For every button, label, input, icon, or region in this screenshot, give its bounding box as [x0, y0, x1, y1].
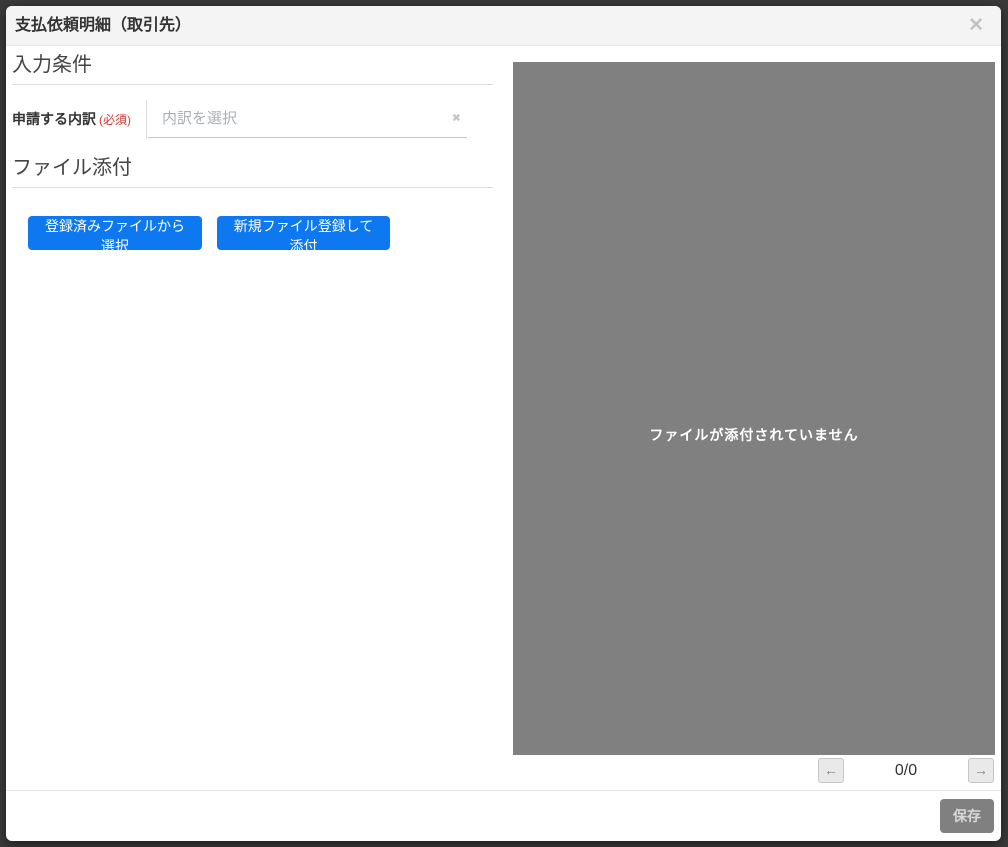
required-badge: (必須)	[99, 113, 131, 127]
preview-empty-message: ファイルが添付されていません	[649, 425, 858, 445]
modal-title: 支払依頼明細（取引先）	[15, 6, 191, 46]
breakdown-label: 申請する内訳(必須)	[12, 100, 131, 139]
close-icon[interactable]: ✕	[968, 6, 984, 46]
breakdown-select[interactable]: ✖	[148, 100, 467, 138]
section-input-conditions: 入力条件	[12, 52, 493, 85]
arrow-left-icon: ←	[824, 762, 838, 778]
payment-request-detail-modal: 支払依頼明細（取引先） ✕ 入力条件 申請する内訳(必須) ✖ ファイル添付 登…	[6, 6, 1001, 841]
prev-page-button[interactable]: ←	[818, 758, 844, 783]
file-preview-area: ファイルが添付されていません	[513, 62, 995, 755]
clear-icon[interactable]: ✖	[452, 113, 461, 124]
register-new-file-button[interactable]: 新規ファイル登録して添付	[217, 216, 390, 250]
page-counter: 0/0	[844, 758, 968, 783]
breakdown-select-input[interactable]	[148, 100, 467, 137]
breakdown-label-text: 申請する内訳	[12, 111, 96, 127]
save-button[interactable]: 保存	[940, 799, 994, 833]
select-registered-file-button[interactable]: 登録済みファイルから選択	[28, 216, 202, 250]
next-page-button[interactable]: →	[968, 758, 994, 783]
arrow-right-icon: →	[974, 762, 988, 778]
section-file-attachment: ファイル添付	[12, 155, 493, 188]
modal-header: 支払依頼明細（取引先） ✕	[6, 6, 1001, 46]
footer-divider	[6, 790, 1001, 791]
form-vertical-divider	[146, 100, 147, 138]
